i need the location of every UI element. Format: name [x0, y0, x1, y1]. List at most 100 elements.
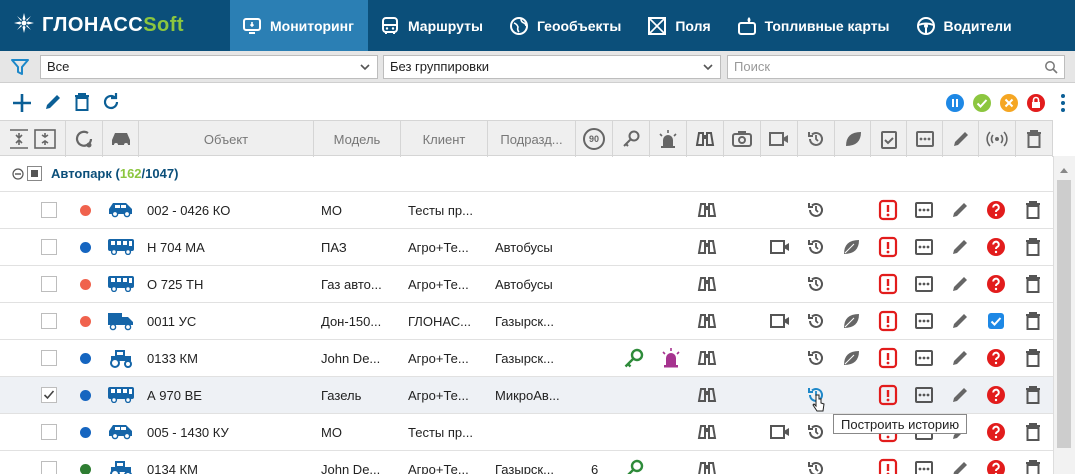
- help-icon[interactable]: [986, 274, 1006, 297]
- history-icon[interactable]: [806, 237, 826, 260]
- delete-icon[interactable]: [73, 92, 91, 115]
- object-cell[interactable]: 0134 КМ: [147, 451, 312, 474]
- edit-icon[interactable]: [950, 348, 970, 371]
- help-icon[interactable]: [986, 348, 1006, 371]
- trash-icon[interactable]: [1024, 200, 1042, 223]
- more-icon[interactable]: [914, 312, 934, 333]
- trash-icon[interactable]: [1024, 422, 1042, 445]
- add-icon[interactable]: [11, 92, 33, 117]
- warning-icon[interactable]: [878, 236, 898, 261]
- trash-icon[interactable]: [1024, 385, 1042, 408]
- more-icon[interactable]: [914, 201, 934, 222]
- table-row[interactable]: 002 - 0426 КО МО Тесты пр...: [0, 192, 1053, 229]
- delete-header[interactable]: [1016, 121, 1053, 157]
- object-cell[interactable]: 002 - 0426 КО: [147, 192, 312, 228]
- help-icon[interactable]: [986, 422, 1006, 445]
- collapse-group-icon[interactable]: [12, 168, 24, 183]
- cancel-status-icon[interactable]: [1000, 94, 1018, 112]
- trash-icon[interactable]: [1024, 348, 1042, 371]
- edit-icon[interactable]: [950, 385, 970, 408]
- binoculars-icon[interactable]: [696, 200, 718, 223]
- object-cell[interactable]: 0011 УС: [147, 303, 312, 339]
- object-cell[interactable]: 0133 КМ: [147, 340, 312, 376]
- history-icon[interactable]: [806, 311, 826, 334]
- lock-status-icon[interactable]: [1027, 94, 1045, 112]
- warning-icon[interactable]: [878, 347, 898, 372]
- group-row[interactable]: Автопарк (162/1047): [0, 156, 1053, 192]
- tasks-header[interactable]: [871, 121, 907, 157]
- status-filter-select[interactable]: Все: [40, 55, 378, 79]
- history-icon[interactable]: [806, 459, 826, 474]
- vehicle-type-header[interactable]: [103, 121, 139, 157]
- row-checkbox[interactable]: [41, 276, 57, 292]
- history-header[interactable]: [798, 121, 835, 157]
- table-row[interactable]: 0011 УС Дон-150... ГЛОНАС... Газырск...: [0, 303, 1053, 340]
- video-camera-icon[interactable]: [769, 313, 791, 332]
- binoculars-icon[interactable]: [696, 348, 718, 371]
- group-checkbox[interactable]: [27, 166, 42, 181]
- nav-item-fields[interactable]: Поля: [635, 0, 724, 51]
- binoculars-icon[interactable]: [696, 274, 718, 297]
- refresh-icon[interactable]: [101, 92, 121, 115]
- nav-item-drivers[interactable]: Водители: [904, 0, 1026, 51]
- edit-icon[interactable]: [950, 237, 970, 260]
- warning-icon[interactable]: [878, 458, 898, 474]
- video-header[interactable]: [761, 121, 798, 157]
- history-icon[interactable]: [806, 422, 826, 445]
- help-icon[interactable]: [986, 459, 1006, 474]
- status-header[interactable]: [66, 121, 103, 157]
- row-checkbox[interactable]: [41, 350, 57, 366]
- scroll-up-arrow-icon[interactable]: [1059, 162, 1069, 177]
- track-header[interactable]: [687, 121, 724, 157]
- table-row[interactable]: 0134 КМ John De... Агро+Те... Газырск... 6: [0, 451, 1053, 474]
- binoculars-icon[interactable]: [696, 459, 718, 474]
- trash-icon[interactable]: [1024, 459, 1042, 474]
- history-icon[interactable]: [806, 274, 826, 297]
- history-icon[interactable]: [806, 200, 826, 223]
- trash-icon[interactable]: [1024, 311, 1042, 334]
- video-camera-icon[interactable]: [769, 424, 791, 443]
- warning-icon[interactable]: [878, 199, 898, 224]
- row-checkbox[interactable]: [41, 313, 57, 329]
- eco-header[interactable]: [835, 121, 871, 157]
- division-header[interactable]: Подразд...: [488, 121, 576, 157]
- table-row[interactable]: А 970 ВЕ Газель Агро+Те... МикроАв...: [0, 377, 1053, 414]
- pause-status-icon[interactable]: [946, 94, 964, 112]
- more-icon[interactable]: [914, 386, 934, 407]
- object-header[interactable]: Объект: [139, 121, 314, 157]
- scrollbar-thumb[interactable]: [1057, 180, 1071, 448]
- warning-icon[interactable]: [878, 384, 898, 409]
- nav-item-geoobjects[interactable]: Геообъекты: [497, 0, 635, 51]
- grouping-select[interactable]: Без группировки: [383, 55, 721, 79]
- row-checkbox[interactable]: [41, 202, 57, 218]
- trash-icon[interactable]: [1024, 237, 1042, 260]
- table-row[interactable]: 0133 КМ John De... Агро+Те... Газырск...: [0, 340, 1053, 377]
- ignition-header[interactable]: [613, 121, 650, 157]
- signal-header[interactable]: [979, 121, 1016, 157]
- more-icon[interactable]: [914, 349, 934, 370]
- object-cell[interactable]: О 725 ТН: [147, 266, 312, 302]
- more-vertical-icon[interactable]: [1060, 93, 1066, 116]
- row-checkbox[interactable]: [41, 239, 57, 255]
- photo-header[interactable]: [724, 121, 761, 157]
- edit-header[interactable]: [943, 121, 979, 157]
- alarm-header[interactable]: [650, 121, 687, 157]
- filter-funnel-icon[interactable]: [10, 57, 30, 80]
- table-row[interactable]: Н 704 МА ПАЗ Агро+Те... Автобусы: [0, 229, 1053, 266]
- video-camera-icon[interactable]: [769, 239, 791, 258]
- nav-item-fuel-cards[interactable]: Топливные карты: [725, 0, 904, 51]
- object-cell[interactable]: А 970 ВЕ: [147, 377, 312, 413]
- logo[interactable]: ГЛОНАСС Soft: [0, 0, 230, 51]
- help-icon[interactable]: [986, 237, 1006, 260]
- trash-icon[interactable]: [1024, 274, 1042, 297]
- row-checkbox[interactable]: [41, 461, 57, 474]
- nav-item-monitoring[interactable]: Мониторинг: [230, 0, 368, 51]
- binoculars-icon[interactable]: [696, 311, 718, 334]
- model-header[interactable]: Модель: [314, 121, 401, 157]
- edit-icon[interactable]: [950, 459, 970, 474]
- edit-icon[interactable]: [950, 311, 970, 334]
- warning-icon[interactable]: [878, 310, 898, 335]
- more-icon[interactable]: [914, 460, 934, 474]
- more-header[interactable]: [907, 121, 943, 157]
- binoculars-icon[interactable]: [696, 422, 718, 445]
